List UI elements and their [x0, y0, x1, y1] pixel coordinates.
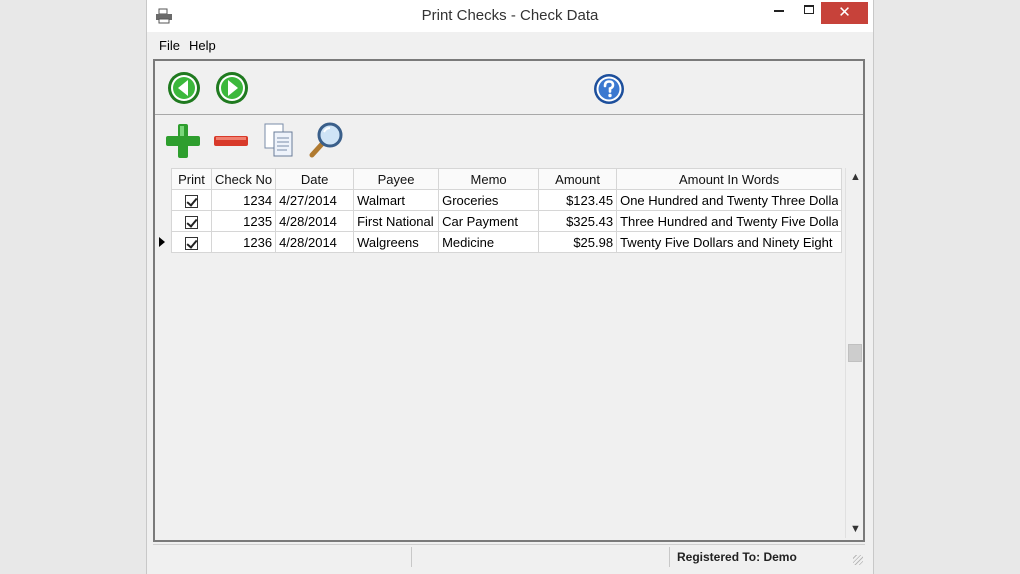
main-panel: Print Check No Date Payee Memo Amount Am…: [153, 59, 865, 542]
app-window: Print Checks - Check Data ✕ File Help Pr…: [146, 0, 874, 574]
menu-file[interactable]: File: [159, 38, 180, 53]
column-header-memo[interactable]: Memo: [438, 168, 540, 190]
navigation-toolbar: [155, 61, 863, 115]
amount-in-words-cell[interactable]: One Hundred and Twenty Three Dolla: [616, 189, 843, 211]
date-cell[interactable]: 4/28/2014: [275, 231, 355, 253]
close-button[interactable]: ✕: [821, 2, 868, 24]
print-checkbox[interactable]: [185, 194, 198, 208]
check-no-cell[interactable]: 1234: [210, 189, 277, 211]
scroll-thumb[interactable]: [848, 344, 862, 362]
amount-cell[interactable]: $325.43: [538, 210, 618, 232]
registration-status: Registered To: Demo: [677, 550, 797, 564]
menu-bar: File Help: [147, 34, 873, 56]
memo-cell[interactable]: Groceries: [438, 189, 540, 211]
amount-in-words-cell[interactable]: Three Hundred and Twenty Five Dolla: [616, 210, 843, 232]
status-separator: [669, 547, 670, 567]
plus-icon[interactable]: [165, 122, 201, 160]
print-cell[interactable]: [171, 189, 212, 211]
print-checkbox[interactable]: [185, 215, 198, 229]
arrow-left-icon[interactable]: [167, 71, 201, 105]
amount-cell[interactable]: $123.45: [538, 189, 618, 211]
resize-grip-icon[interactable]: [853, 555, 863, 565]
table-row[interactable]: 1236 4/28/2014 Walgreens Medicine $25.98…: [171, 231, 843, 253]
amount-in-words-text: Twenty Five Dollars and Ninety Eight: [620, 234, 833, 250]
table-header-row: Print Check No Date Payee Memo Amount Am…: [171, 168, 843, 190]
column-header-payee[interactable]: Payee: [353, 168, 440, 190]
payee-cell[interactable]: Walmart: [353, 189, 440, 211]
scroll-down-icon[interactable]: ▼: [850, 524, 861, 535]
column-header-amount-in-words[interactable]: Amount In Words: [616, 168, 843, 190]
column-header-check-no[interactable]: Check No: [210, 168, 277, 190]
payee-cell[interactable]: First National: [353, 210, 440, 232]
date-cell[interactable]: 4/28/2014: [275, 210, 355, 232]
edit-toolbar: [155, 116, 863, 166]
status-bar: Registered To: Demo: [153, 544, 865, 568]
memo-cell[interactable]: Medicine: [438, 231, 540, 253]
column-header-print[interactable]: Print: [171, 168, 212, 190]
copy-icon[interactable]: [263, 122, 295, 158]
scroll-up-icon[interactable]: ▲: [850, 172, 861, 183]
print-cell[interactable]: [171, 231, 212, 253]
check-data-grid: Print Check No Date Payee Memo Amount Am…: [155, 166, 863, 540]
amount-cell[interactable]: $25.98: [538, 231, 618, 253]
menu-help[interactable]: Help: [189, 38, 216, 53]
status-separator: [411, 547, 412, 567]
column-header-date[interactable]: Date: [275, 168, 355, 190]
magnifier-icon[interactable]: [309, 120, 345, 158]
check-no-cell[interactable]: 1236: [210, 231, 277, 253]
table-row[interactable]: 1234 4/27/2014 Walmart Groceries $123.45…: [171, 189, 843, 211]
amount-in-words-text: Three Hundred and Twenty Five Dolla: [620, 213, 839, 229]
close-icon: ✕: [838, 4, 851, 21]
table-row[interactable]: 1235 4/28/2014 First National Car Paymen…: [171, 210, 843, 232]
date-cell[interactable]: 4/27/2014: [275, 189, 355, 211]
title-bar: Print Checks - Check Data ✕: [147, 0, 873, 32]
check-table: Print Check No Date Payee Memo Amount Am…: [171, 168, 843, 253]
minus-icon[interactable]: [213, 130, 249, 152]
vertical-scrollbar[interactable]: ▲ ▼: [845, 168, 863, 538]
current-row-indicator: [159, 237, 165, 247]
column-header-amount[interactable]: Amount: [538, 168, 618, 190]
amount-in-words-text: One Hundred and Twenty Three Dolla: [620, 192, 839, 208]
minimize-icon: [774, 9, 784, 12]
question-mark-icon[interactable]: [593, 73, 625, 105]
print-cell[interactable]: [171, 210, 212, 232]
memo-cell[interactable]: Car Payment: [438, 210, 540, 232]
maximize-button[interactable]: [795, 2, 823, 24]
minimize-button[interactable]: [765, 2, 793, 24]
payee-cell[interactable]: Walgreens: [353, 231, 440, 253]
check-no-cell[interactable]: 1235: [210, 210, 277, 232]
arrow-right-icon[interactable]: [215, 71, 249, 105]
print-checkbox[interactable]: [185, 236, 198, 250]
maximize-icon: [804, 5, 814, 15]
amount-in-words-cell[interactable]: Twenty Five Dollars and Ninety Eight: [616, 231, 843, 253]
